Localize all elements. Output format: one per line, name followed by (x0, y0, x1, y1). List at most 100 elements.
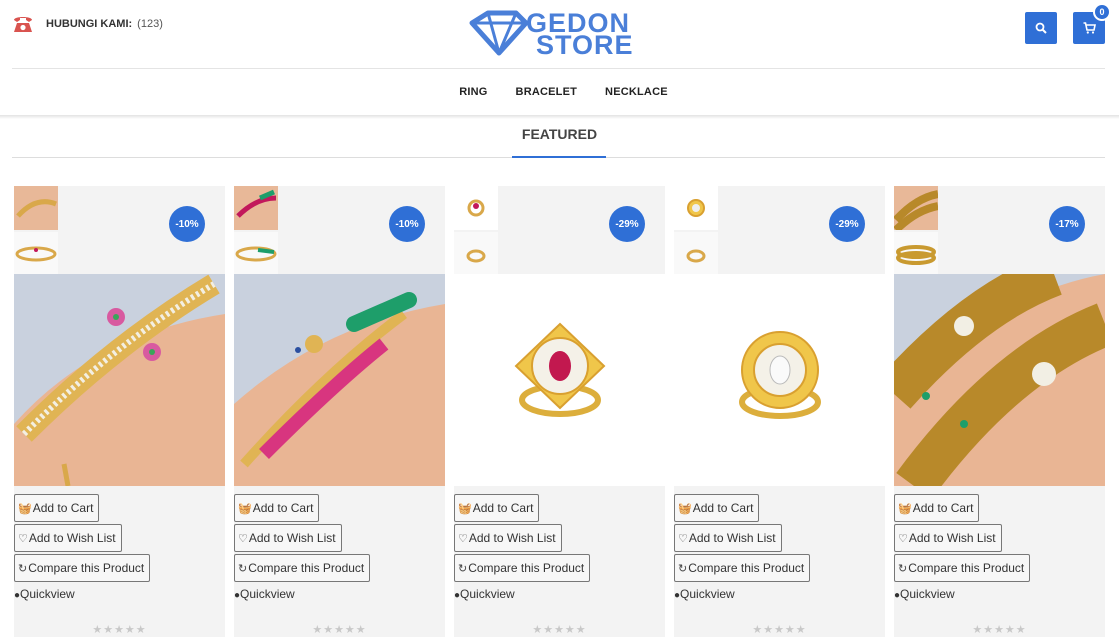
add-to-wishlist-button[interactable]: ♡ Add to Wish List (894, 524, 1002, 552)
quickview-link[interactable]: ●Quickview (674, 587, 735, 601)
product-card: -29% 🧺 Add to Cart ♡ Add to Wish List ↻ Com… (454, 186, 665, 637)
star-rating: ★★★★★ (752, 624, 807, 636)
refresh-icon: ↻ (898, 562, 908, 575)
site-header: HUBUNGI KAMI: (123) GEDON STORE 0 (0, 0, 1119, 68)
refresh-icon: ↻ (238, 562, 248, 575)
refresh-icon: ↻ (678, 562, 688, 575)
quickview-link[interactable]: ●Quickview (894, 587, 955, 601)
add-to-wishlist-button[interactable]: ♡ Add to Wish List (454, 524, 562, 552)
store-logo[interactable]: GEDON STORE (466, 6, 656, 62)
cart-count-badge: 0 (1093, 3, 1111, 21)
quickview-label: Quickview (680, 587, 735, 601)
add-to-cart-button[interactable]: 🧺 Add to Cart (894, 494, 980, 522)
product-thumbnail[interactable] (894, 232, 938, 276)
basket-icon: 🧺 (678, 502, 692, 515)
search-icon (1035, 22, 1047, 34)
thumbnail-strip: -10% (14, 186, 225, 276)
quickview-link[interactable]: ●Quickview (14, 587, 75, 601)
add-to-wishlist-button[interactable]: ♡ Add to Wish List (674, 524, 782, 552)
add-to-cart-button[interactable]: 🧺 Add to Cart (454, 494, 540, 522)
refresh-icon: ↻ (458, 562, 468, 575)
add-to-wishlist-label: Add to Wish List (468, 531, 556, 545)
quickview-link[interactable]: ●Quickview (454, 587, 515, 601)
product-thumbnail[interactable] (454, 186, 498, 230)
product-image[interactable] (234, 274, 445, 486)
nav-item-bracelet[interactable]: BRACELET (516, 80, 578, 104)
refresh-icon: ↻ (18, 562, 28, 575)
add-to-cart-button[interactable]: 🧺 Add to Cart (234, 494, 320, 522)
discount-badge: -29% (609, 206, 645, 242)
quickview-label: Quickview (240, 587, 295, 601)
compare-button[interactable]: ↻ Compare this Product (894, 554, 1031, 582)
cart-button[interactable]: 0 (1073, 3, 1111, 44)
section-title-underline (512, 156, 606, 158)
thumbnail-strip: -29% (454, 186, 665, 276)
add-to-wishlist-label: Add to Wish List (248, 531, 336, 545)
product-image[interactable] (674, 274, 885, 486)
product-card: -10% 🧺 Add to Cart ♡ Add to Wish List ↻ Com… (14, 186, 225, 637)
add-to-wishlist-label: Add to Wish List (28, 531, 116, 545)
logo-wordmark: GEDON STORE (526, 10, 634, 60)
basket-icon: 🧺 (238, 502, 252, 515)
basket-icon: 🧺 (898, 502, 912, 515)
add-to-cart-label: Add to Cart (252, 501, 314, 515)
product-image[interactable] (894, 274, 1105, 486)
contact-label: HUBUNGI KAMI: (46, 18, 133, 30)
product-actions: 🧺 Add to Cart ♡ Add to Wish List ↻ Compare … (454, 486, 665, 637)
compare-label: Compare this Product (28, 561, 145, 575)
heart-icon: ♡ (238, 532, 248, 545)
product-thumbnail[interactable] (674, 186, 718, 230)
product-thumbnail[interactable] (234, 186, 278, 230)
heart-icon: ♡ (458, 532, 468, 545)
compare-button[interactable]: ↻ Compare this Product (454, 554, 591, 582)
product-actions: 🧺 Add to Cart ♡ Add to Wish List ↻ Compare … (894, 486, 1105, 637)
add-to-cart-label: Add to Cart (912, 501, 974, 515)
discount-badge: -17% (1049, 206, 1085, 242)
discount-badge: -29% (829, 206, 865, 242)
compare-button[interactable]: ↻ Compare this Product (14, 554, 151, 582)
compare-button[interactable]: ↻ Compare this Product (234, 554, 371, 582)
thumbnail-strip: -17% (894, 186, 1105, 276)
product-thumbnail[interactable] (674, 232, 718, 276)
product-card: -17% 🧺 Add to Cart ♡ Add to Wish List ↻ Com… (894, 186, 1105, 637)
product-image[interactable] (454, 274, 665, 486)
star-rating: ★★★★★ (312, 624, 367, 636)
product-image[interactable] (14, 274, 225, 486)
search-button[interactable] (1025, 12, 1057, 44)
product-thumbnail[interactable] (14, 232, 58, 276)
star-rating: ★★★★★ (972, 624, 1027, 636)
product-card: -10% 🧺 Add to Cart ♡ Add to Wish List ↻ Com… (234, 186, 445, 637)
nav-item-necklace[interactable]: NECKLACE (605, 80, 668, 104)
product-card: -29% 🧺 Add to Cart ♡ Add to Wish List ↻ Com… (674, 186, 885, 637)
compare-label: Compare this Product (688, 561, 805, 575)
compare-label: Compare this Product (908, 561, 1025, 575)
main-nav: RING BRACELET NECKLACE (0, 80, 1119, 104)
contact-info: HUBUNGI KAMI: (123) (12, 14, 163, 34)
product-thumbnail[interactable] (234, 232, 278, 276)
quickview-label: Quickview (20, 587, 75, 601)
quickview-label: Quickview (460, 587, 515, 601)
contact-phone-number[interactable]: (123) (137, 18, 163, 30)
add-to-cart-button[interactable]: 🧺 Add to Cart (674, 494, 760, 522)
nav-divider (0, 115, 1119, 119)
compare-label: Compare this Product (248, 561, 365, 575)
section-title[interactable]: FEATURED (0, 126, 1119, 142)
product-actions: 🧺 Add to Cart ♡ Add to Wish List ↻ Compare … (14, 486, 225, 637)
heart-icon: ♡ (898, 532, 908, 545)
logo-line-2: STORE (536, 30, 634, 60)
product-thumbnail[interactable] (14, 186, 58, 230)
add-to-cart-button[interactable]: 🧺 Add to Cart (14, 494, 100, 522)
compare-button[interactable]: ↻ Compare this Product (674, 554, 811, 582)
nav-item-ring[interactable]: RING (459, 80, 487, 104)
header-divider (12, 68, 1105, 69)
product-thumbnail[interactable] (894, 186, 938, 230)
heart-icon: ♡ (18, 532, 28, 545)
add-to-wishlist-button[interactable]: ♡ Add to Wish List (234, 524, 342, 552)
product-thumbnail[interactable] (454, 232, 498, 276)
add-to-wishlist-button[interactable]: ♡ Add to Wish List (14, 524, 122, 552)
add-to-cart-label: Add to Cart (472, 501, 534, 515)
quickview-link[interactable]: ●Quickview (234, 587, 295, 601)
add-to-cart-label: Add to Cart (692, 501, 754, 515)
add-to-cart-label: Add to Cart (32, 501, 94, 515)
quickview-label: Quickview (900, 587, 955, 601)
